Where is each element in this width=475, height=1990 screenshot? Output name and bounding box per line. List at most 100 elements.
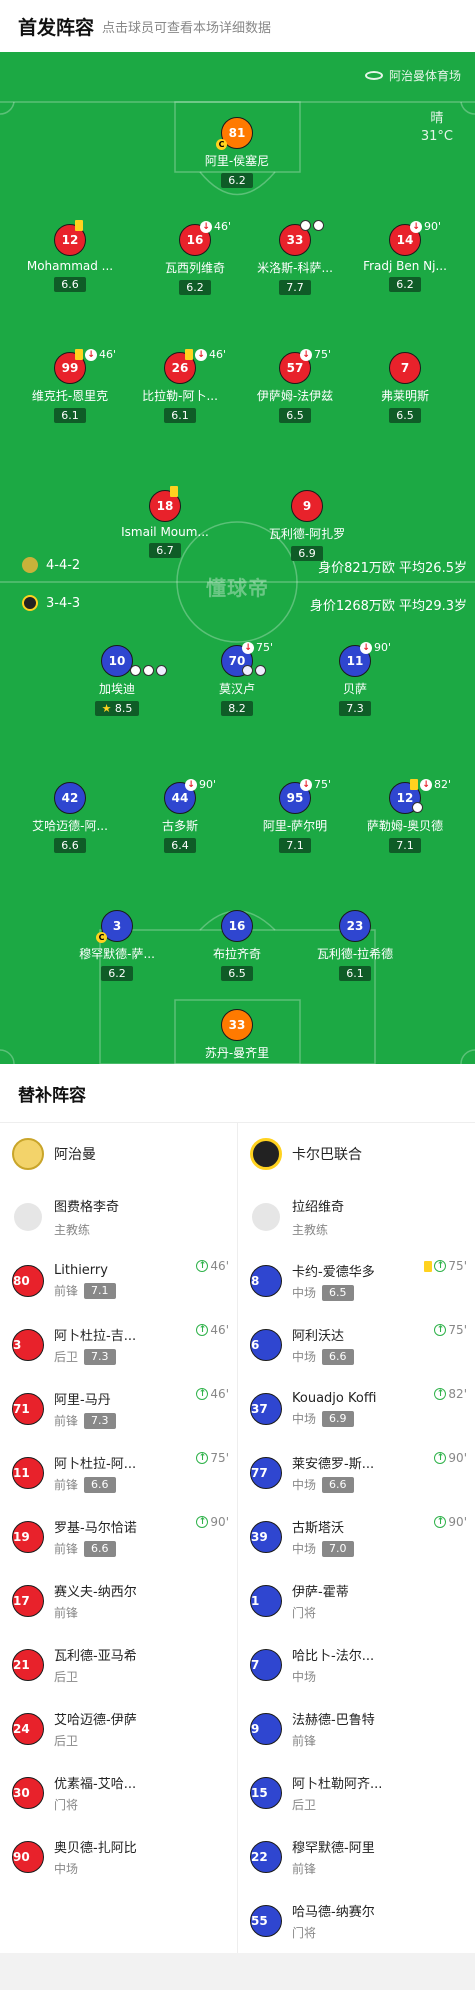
player-rating-value: 6.6	[61, 278, 79, 291]
player-rating: 6.1	[339, 966, 371, 981]
player-card[interactable]: 57 ↓ 75' 伊萨姆-法伊兹 6.5	[240, 348, 350, 423]
sub-out-icon: ↓	[360, 641, 372, 654]
player-rating-value: 6.5	[396, 409, 414, 422]
player-card[interactable]: 26 ↓ 46' 比拉勒-阿卜... 6.1	[125, 348, 235, 423]
player-card[interactable]: C 3 穆罕默德-萨... 6.2	[62, 910, 172, 981]
page-footer	[0, 1953, 475, 1990]
player-card[interactable]: 14 ↓ 90' Fradj Ben Nj... 6.2	[350, 220, 460, 292]
sub-player-row[interactable]: 37 Kouadjo Koffi 中场 6.9 ↑ 82'	[238, 1377, 475, 1441]
sub-player-row[interactable]: 7 哈比卜-法尔... 中场	[238, 1633, 475, 1697]
player-name: 米洛斯-科萨...	[257, 261, 333, 275]
player-card[interactable]: 16 布拉齐奇 6.5	[182, 910, 292, 981]
player-number: C 81	[216, 117, 253, 150]
player-card[interactable]: 44 ↓ 90' 古多斯 6.4	[125, 778, 235, 853]
away-team-icon	[22, 595, 38, 611]
subs-section: 阿治曼 图费格李奇 主教练 80 Lithierry 前锋 7.1 ↑ 46' 3 阿卜杜拉-…	[0, 1122, 475, 1953]
sub-out-icon: ↓	[300, 778, 312, 791]
sub-player-row[interactable]: 15 阿卜杜勒阿齐... 后卫	[238, 1761, 475, 1825]
sub-player-row[interactable]: 30 优素福-艾哈... 门将	[0, 1761, 237, 1825]
player-card[interactable]: 7 弗莱明斯 6.5	[350, 352, 460, 423]
player-rating-value: 6.2	[186, 281, 204, 294]
sub-player-number: 1	[250, 1585, 282, 1617]
home-formation: 4-4-2	[46, 557, 81, 573]
sub-in-indicator: ↑ 90'	[434, 1451, 467, 1465]
subs-home-team[interactable]: 阿治曼	[0, 1123, 237, 1185]
player-rating: 6.9	[291, 546, 323, 561]
sub-player-row[interactable]: 21 瓦利德-亚马希 后卫	[0, 1633, 237, 1697]
player-card[interactable]: 99 ↓ 46' 维克托-恩里克 6.1	[15, 348, 125, 423]
sub-in-minute: 46'	[210, 1259, 229, 1273]
player-card[interactable]: 42 艾哈迈德-阿... 6.6	[15, 782, 125, 853]
player-card[interactable]: 11 ↓ 90' 贝萨 7.3	[300, 641, 410, 716]
sub-player-number: 77	[250, 1457, 282, 1489]
home-team-logo	[12, 1138, 44, 1170]
sub-player-row[interactable]: 55 哈马德-纳赛尔 门将	[238, 1889, 475, 1953]
sub-player-row[interactable]: 9 法赫德-巴鲁特 前锋	[238, 1697, 475, 1761]
player-card[interactable]: 95 ↓ 75' 阿里-萨尔明 7.1	[240, 778, 350, 853]
sub-player-row[interactable]: 8 卡约-爱德华多 中场 6.5 ↑ 75'	[238, 1249, 475, 1313]
sub-player-rating: 6.9	[322, 1410, 354, 1427]
player-card[interactable]: 12 Mohammad ... 6.6	[15, 220, 125, 292]
sub-player-number: 8	[250, 1265, 282, 1297]
player-card[interactable]: 33 米洛斯-科萨... 7.7	[240, 220, 350, 295]
sub-player-row[interactable]: 1 伊萨-霍蒂 门将	[238, 1569, 475, 1633]
sub-player-row[interactable]: 39 古斯塔沃 中场 7.0 ↑ 90'	[238, 1505, 475, 1569]
sub-player-row[interactable]: 22 穆罕默德-阿里 前锋	[238, 1825, 475, 1889]
player-card[interactable]: C 81 阿里-侯塞尼 6.2	[182, 117, 292, 188]
player-card[interactable]: 18 Ismail Moum... 6.7	[110, 486, 220, 558]
sub-player-row[interactable]: 11 阿卜杜拉-阿... 前锋 6.6 ↑ 75'	[0, 1441, 237, 1505]
sub-in-indicator: ↑ 46'	[196, 1259, 229, 1273]
sub-player-row[interactable]: 17 赛义夫-纳西尔 前锋	[0, 1569, 237, 1633]
player-rating-value: 6.1	[346, 967, 364, 980]
sub-player-row[interactable]: 3 阿卜杜拉-吉... 后卫 7.3 ↑ 46'	[0, 1313, 237, 1377]
sub-player-position: 前锋	[292, 1862, 317, 1876]
player-card[interactable]: 9 瓦利德-阿扎罗 6.9	[252, 490, 362, 561]
venue-name: 阿治曼体育场	[388, 69, 461, 83]
player-rating: 6.2	[101, 966, 133, 981]
sub-in-minute: 82'	[448, 1387, 467, 1401]
sub-player-name: Lithierry	[54, 1263, 108, 1278]
sub-player-row[interactable]: 24 艾哈迈德-伊萨 后卫	[0, 1697, 237, 1761]
sub-player-row[interactable]: 90 奥贝德-扎阿比 中场	[0, 1825, 237, 1889]
sub-player-position: 前锋	[54, 1284, 79, 1298]
sub-player-row[interactable]: 71 阿里-马丹 前锋 7.3 ↑ 46'	[0, 1377, 237, 1441]
page-header: 首发阵容 点击球员可查看本场详细数据	[0, 0, 475, 52]
player-name: Ismail Moum...	[121, 525, 209, 539]
goal-icon	[143, 665, 154, 676]
sub-player-row[interactable]: 19 罗基-马尔恰诺 前锋 6.6 ↑ 90'	[0, 1505, 237, 1569]
player-name: 维克托-恩里克	[31, 389, 109, 403]
player-card[interactable]: 16 ↓ 46' 瓦西列维奇 6.2	[140, 220, 250, 295]
sub-player-number: 11	[12, 1457, 44, 1489]
sub-player-name: 哈比卜-法尔...	[292, 1649, 375, 1664]
home-coach[interactable]: 图费格李奇 主教练	[0, 1185, 237, 1249]
sub-player-name: 优素福-艾哈...	[54, 1777, 137, 1792]
sub-player-number: 30	[12, 1777, 44, 1809]
subs-away-team[interactable]: 卡尔巴联合	[238, 1123, 475, 1185]
player-card[interactable]: 70 ↓ 75' 莫汉卢 8.2	[182, 641, 292, 716]
player-rating-value: 6.7	[156, 544, 174, 557]
sub-player-position: 后卫	[292, 1798, 317, 1812]
player-name: 阿里-侯塞尼	[204, 154, 270, 168]
player-rating: 6.7	[149, 543, 181, 558]
player-name: 比拉勒-阿卜...	[142, 389, 218, 403]
player-rating: 6.4	[164, 838, 196, 853]
stadium-icon	[364, 71, 383, 80]
sub-player-position: 门将	[292, 1926, 317, 1940]
sub-player-name: 哈马德-纳赛尔	[292, 1905, 375, 1920]
player-rating-value: 6.2	[228, 174, 246, 187]
sub-player-name: 伊萨-霍蒂	[292, 1585, 349, 1600]
away-coach[interactable]: 拉绍维奇 主教练	[238, 1185, 475, 1249]
sub-in-icon: ↑	[196, 1452, 209, 1464]
player-card[interactable]: 10 加埃迪 ★ 8.5	[62, 645, 172, 716]
sub-player-row[interactable]: 80 Lithierry 前锋 7.1 ↑ 46'	[0, 1249, 237, 1313]
player-card[interactable]: 12 ↓ 82' 萨勒姆-奥贝德 7.1	[350, 778, 460, 853]
away-coach-name: 拉绍维奇	[292, 1200, 345, 1215]
sub-in-indicator: ↑ 46'	[196, 1323, 229, 1337]
sub-player-name: 阿卜杜勒阿齐...	[292, 1777, 383, 1792]
player-card[interactable]: 33苏丹-曼齐里6.9	[182, 1009, 292, 1064]
sub-player-row[interactable]: 77 莱安德罗-斯... 中场 6.6 ↑ 90'	[238, 1441, 475, 1505]
sub-player-row[interactable]: 6 阿利沃达 中场 6.6 ↑ 75'	[238, 1313, 475, 1377]
player-card[interactable]: 23 瓦利德-拉希德 6.1	[300, 910, 410, 981]
sub-player-rating: 6.6	[322, 1348, 354, 1365]
player-event-badges: ↓ 90'	[360, 641, 391, 654]
